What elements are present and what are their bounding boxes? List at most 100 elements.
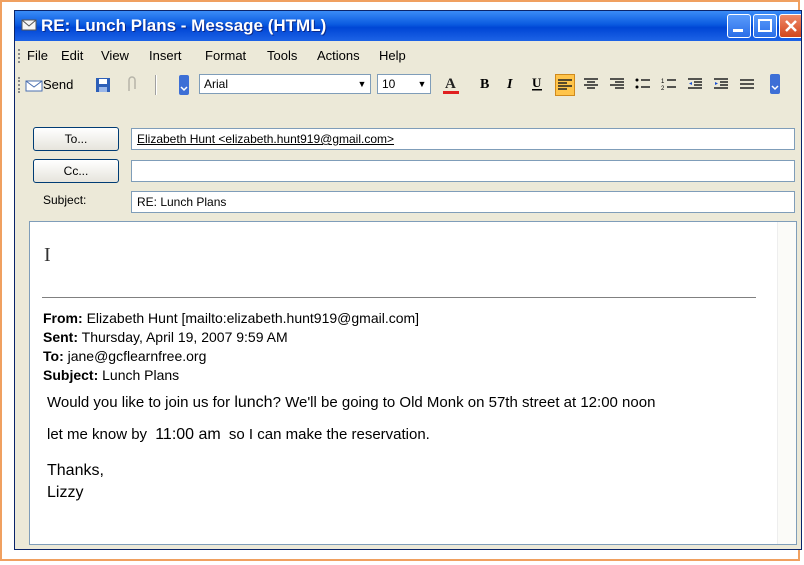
menu-actions[interactable]: Actions [317,44,360,68]
quoted-to: To: jane@gcflearnfree.org [43,348,206,364]
chevron-down-icon[interactable]: ▼ [356,77,368,91]
text-cursor-icon: I [44,244,51,266]
quoted-subject-label: Subject: [43,367,99,383]
message-text: 11:00 am [155,426,221,443]
font-family-select[interactable]: Arial ▼ [199,74,371,94]
bold-icon: B [480,77,489,92]
menu-view[interactable]: View [101,44,129,68]
svg-text:A: A [445,76,456,92]
subject-label: Subject: [43,193,87,207]
envelope-icon [21,19,37,31]
align-center-icon [584,78,598,89]
quoted-sent-value: Thursday, April 19, 2007 9:59 AM [81,329,288,345]
quoted-subject: Subject: Lunch Plans [43,367,179,383]
menu-edit[interactable]: Edit [61,44,83,68]
svg-text:1: 1 [661,79,665,85]
toolbar-overflow-button[interactable] [767,74,783,96]
quoted-to-value: jane@gcflearnfree.org [67,348,207,364]
decrease-indent-icon [688,78,702,89]
minimize-icon [733,29,743,32]
increase-indent-button[interactable] [711,74,731,96]
svg-text:I: I [506,77,513,92]
cc-button[interactable]: Cc... [33,159,119,183]
menu-tools[interactable]: Tools [267,44,297,68]
quoted-from-value: Elizabeth Hunt [mailto:elizabeth.hunt919… [86,310,420,326]
minimize-button[interactable] [727,14,751,38]
message-line-1: Would you like to join us for lunch? We'… [47,394,655,412]
chevron-down-icon[interactable]: ▼ [416,77,428,91]
save-icon [96,78,110,92]
maximize-icon [758,19,772,32]
message-text: so I can make the reservation. [228,426,430,443]
to-button[interactable]: To... [33,127,119,151]
close-button[interactable] [779,14,801,38]
menu-format[interactable]: Format [205,44,246,68]
bold-button[interactable]: B [475,74,495,96]
font-size-value: 10 [382,77,396,91]
paperclip-icon [128,76,136,91]
menubar-grip[interactable] [18,49,23,63]
menu-help[interactable]: Help [379,44,406,68]
quoted-to-label: To: [43,348,64,364]
italic-icon: I [506,77,513,92]
decrease-indent-button[interactable] [685,74,705,96]
subject-field[interactable]: RE: Lunch Plans [131,191,795,213]
toolbar-options-button[interactable] [179,73,189,97]
message-line-2: let me know by 11:00 am so I can make th… [47,426,430,444]
save-button[interactable] [95,73,115,97]
font-size-select[interactable]: 10 ▼ [377,74,431,94]
toolbar-grip[interactable] [18,77,23,93]
send-label: Send [43,77,74,92]
align-center-button[interactable] [581,74,601,96]
bullets-icon [635,78,650,89]
message-text: let me know by [47,426,148,443]
increase-indent-icon [714,78,728,89]
to-field[interactable]: Elizabeth Hunt <elizabeth.hunt919@gmail.… [131,128,795,150]
vertical-scrollbar[interactable] [777,222,796,544]
send-icon [25,80,43,92]
align-right-icon [610,78,624,89]
title-bar[interactable]: RE: Lunch Plans - Message (HTML) [15,11,801,41]
toolbar-separator [155,75,157,95]
message-text: lunch [234,394,273,411]
numbering-icon: 12 [661,79,676,92]
message-text: Would you like to join us for [47,394,231,411]
menu-file[interactable]: File [27,44,48,68]
bullets-button[interactable] [633,74,653,96]
message-window: RE: Lunch Plans - Message (HTML) File Ed… [14,10,802,550]
cc-field[interactable] [131,160,795,182]
svg-text:2: 2 [661,86,665,91]
formatting-toolbar: Send Arial ▼ 10 ▼ A B I U 1 2 [15,71,801,99]
align-left-icon [558,79,572,90]
align-right-button[interactable] [607,74,627,96]
underline-icon: U [532,75,542,91]
send-button[interactable]: Send [25,73,87,97]
svg-text:U: U [532,75,542,90]
close-icon [785,20,797,32]
message-text: ? We'll be going to Old Monk on 57th str… [272,394,656,411]
italic-button[interactable]: I [501,74,521,96]
underline-button[interactable]: U [527,74,547,96]
to-recipient[interactable]: Elizabeth Hunt <elizabeth.hunt919@gmail.… [137,132,394,146]
quoted-sent: Sent: Thursday, April 19, 2007 9:59 AM [43,329,288,345]
svg-text:B: B [480,77,489,92]
font-family-value: Arial [204,77,229,91]
quoted-from-label: From: [43,310,83,326]
align-left-button[interactable] [555,74,575,96]
font-color-icon: A [443,76,459,94]
quoted-from: From: Elizabeth Hunt [mailto:elizabeth.h… [43,310,419,326]
attach-button[interactable] [125,73,145,97]
message-body[interactable]: I From: Elizabeth Hunt [mailto:elizabeth… [29,221,797,545]
quoted-subject-value: Lunch Plans [102,367,180,383]
menu-insert[interactable]: Insert [149,44,182,68]
maximize-button[interactable] [753,14,777,38]
quoted-sent-label: Sent: [43,329,78,345]
message-closing: Thanks, [47,462,104,479]
reply-separator [42,297,756,298]
horizontal-line-button[interactable] [737,74,757,96]
chevron-down-icon [770,74,780,94]
horizontal-line-icon [740,79,754,89]
numbering-button[interactable]: 12 [659,74,679,96]
font-color-button[interactable]: A [441,74,461,96]
menu-bar: File Edit View Insert Format Tools Actio… [15,44,801,68]
